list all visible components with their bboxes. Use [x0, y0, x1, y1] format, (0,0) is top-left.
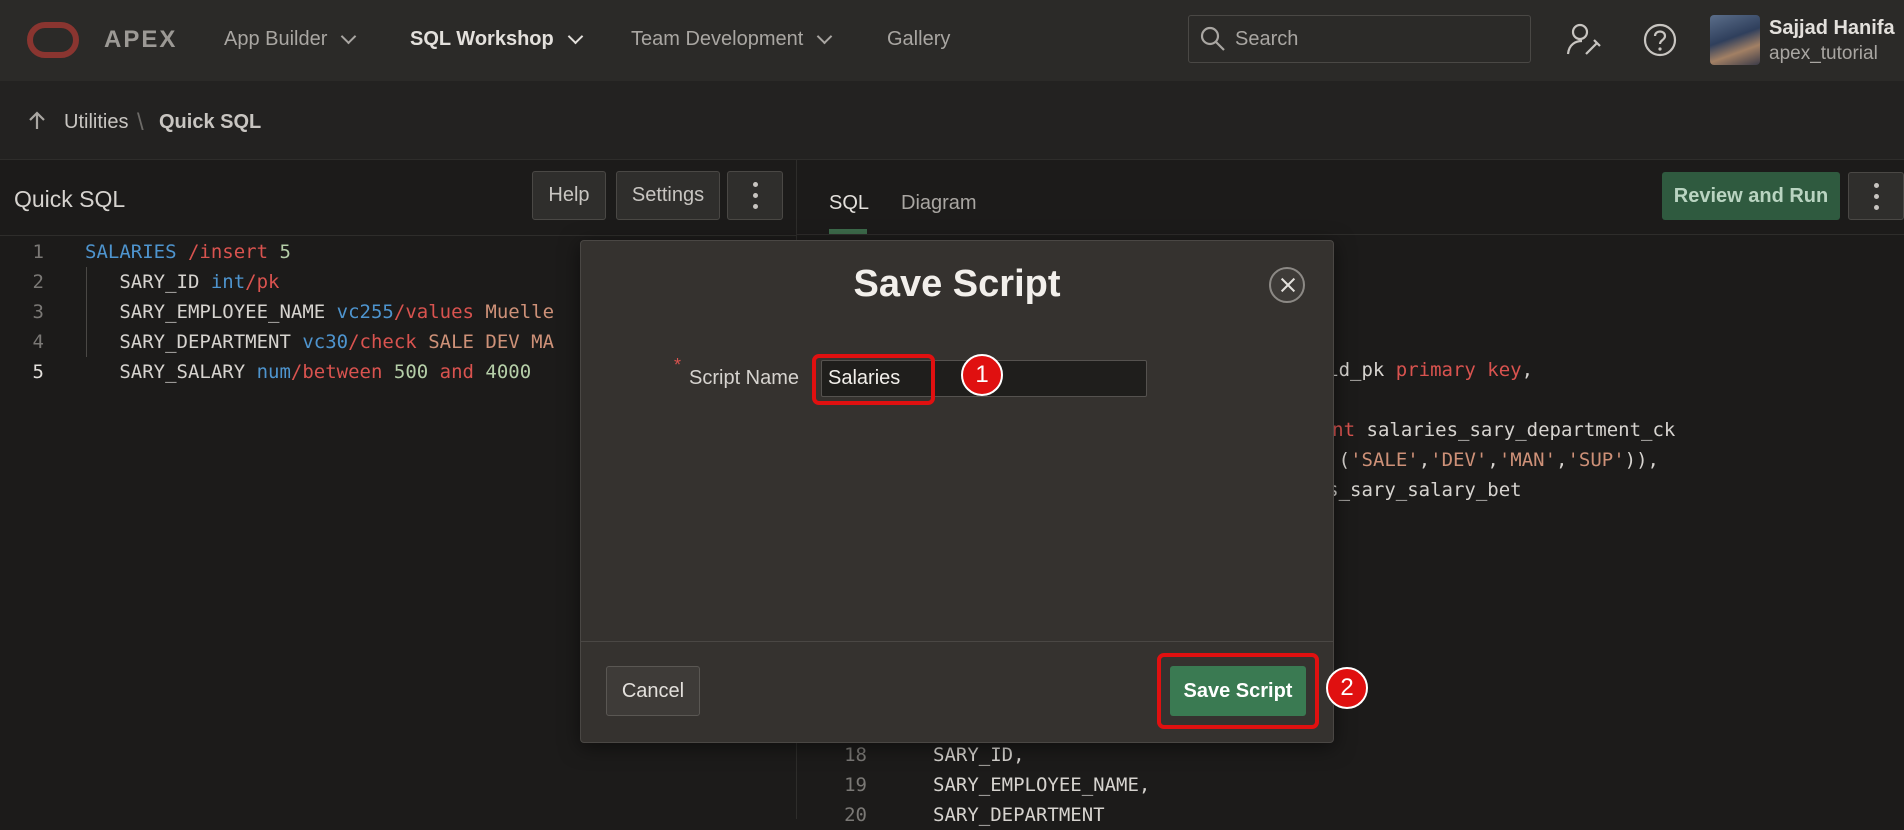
save-script-button[interactable]: Save Script — [1170, 666, 1306, 716]
cancel-button[interactable]: Cancel — [606, 666, 700, 716]
dialog-footer-divider — [581, 641, 1333, 642]
step-badge-2: 2 — [1326, 667, 1368, 709]
close-icon[interactable] — [1269, 267, 1305, 303]
step-badge-1: 1 — [961, 354, 1003, 396]
save-script-dialog: Save Script * Script Name 1 Cancel Save … — [580, 240, 1368, 743]
highlight-box-1 — [812, 354, 935, 405]
dialog-title: Save Script — [853, 263, 1061, 305]
script-name-label: Script Name — [689, 367, 800, 389]
required-indicator: * — [674, 355, 682, 375]
